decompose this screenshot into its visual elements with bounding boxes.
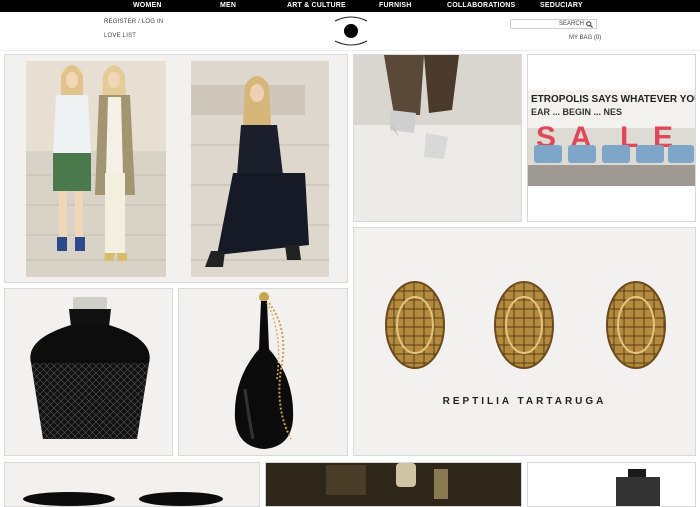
nav-collaborations[interactable]: COLLABORATIONS <box>447 0 515 12</box>
nav-art-culture[interactable]: ART & CULTURE <box>287 0 346 12</box>
jewelry-caption: REPTILIA TARTARUGA <box>442 396 607 407</box>
walking-feet-image <box>354 55 521 221</box>
black-bottle-tile[interactable] <box>178 288 348 456</box>
sale-banner-line2: EAR ... BEGIN ... NES <box>531 107 622 117</box>
top-navigation-bar: WOMEN MEN ART & CULTURE FURNISH COLLABOR… <box>0 0 700 12</box>
search-icon[interactable] <box>586 21 593 28</box>
register-login-link[interactable]: REGISTER / LOG IN <box>104 19 163 25</box>
black-vase-tile[interactable] <box>4 288 173 456</box>
search-input[interactable]: SEARCH <box>510 19 597 29</box>
fashion-models-tile[interactable] <box>4 54 348 283</box>
walking-feet-tile[interactable] <box>353 54 522 222</box>
reptilia-tartaruga-tile[interactable]: REPTILIA TARTARUGA <box>353 227 696 456</box>
bottom-product-tile-2[interactable] <box>265 462 522 507</box>
nav-seduciary[interactable]: SEDUCIARY <box>540 0 583 12</box>
bottle-with-chain-image <box>234 292 294 449</box>
bottom-product-tile-3[interactable] <box>527 462 696 507</box>
cut-glass-vase-image <box>30 297 150 439</box>
room-interior-image <box>266 463 521 506</box>
sale-banner-line1: ETROPOLIS SAYS WHATEVER YOU <box>531 94 696 105</box>
eye-logo-icon[interactable] <box>333 16 369 46</box>
sale-tile[interactable]: ETROPOLIS SAYS WHATEVER YOU EAR ... BEGI… <box>527 54 696 222</box>
nav-furnish[interactable]: FURNISH <box>379 0 412 12</box>
nav-women[interactable]: WOMEN <box>133 0 162 12</box>
bottom-product-tile-1[interactable] <box>4 462 260 507</box>
box-product-image <box>616 469 660 506</box>
my-bag-link[interactable]: MY BAG (0) <box>569 35 601 41</box>
tortoise-rings-image <box>385 281 666 369</box>
fashion-models-image <box>26 61 329 277</box>
sale-billboard-image: ETROPOLIS SAYS WHATEVER YOU EAR ... BEGI… <box>528 90 696 186</box>
love-list-link[interactable]: LOVE LIST <box>104 33 136 39</box>
bowls-image <box>23 492 223 506</box>
search-label: SEARCH <box>558 21 584 27</box>
nav-men[interactable]: MEN <box>220 0 236 12</box>
site-header: REGISTER / LOG IN LOVE LIST SEARCH MY BA… <box>0 12 700 51</box>
